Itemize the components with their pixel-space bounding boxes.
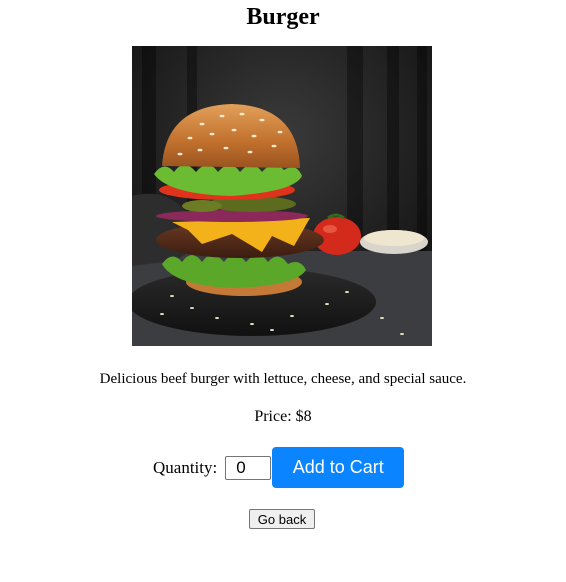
add-to-cart-button[interactable]: Add to Cart: [272, 447, 405, 488]
burger-image: [132, 46, 432, 346]
quantity-label: Quantity:: [153, 457, 218, 477]
page-title: Burger: [246, 4, 320, 30]
quantity-input[interactable]: [225, 455, 272, 480]
product-price: Price: $8: [254, 408, 312, 425]
product-page: Burger Delicious beef burger with lettuc…: [0, 0, 566, 582]
go-back-button[interactable]: Go back: [249, 509, 315, 529]
product-description: Delicious beef burger with lettuce, chee…: [99, 371, 467, 387]
quantity-row: Quantity: Add to Cart: [153, 447, 405, 488]
